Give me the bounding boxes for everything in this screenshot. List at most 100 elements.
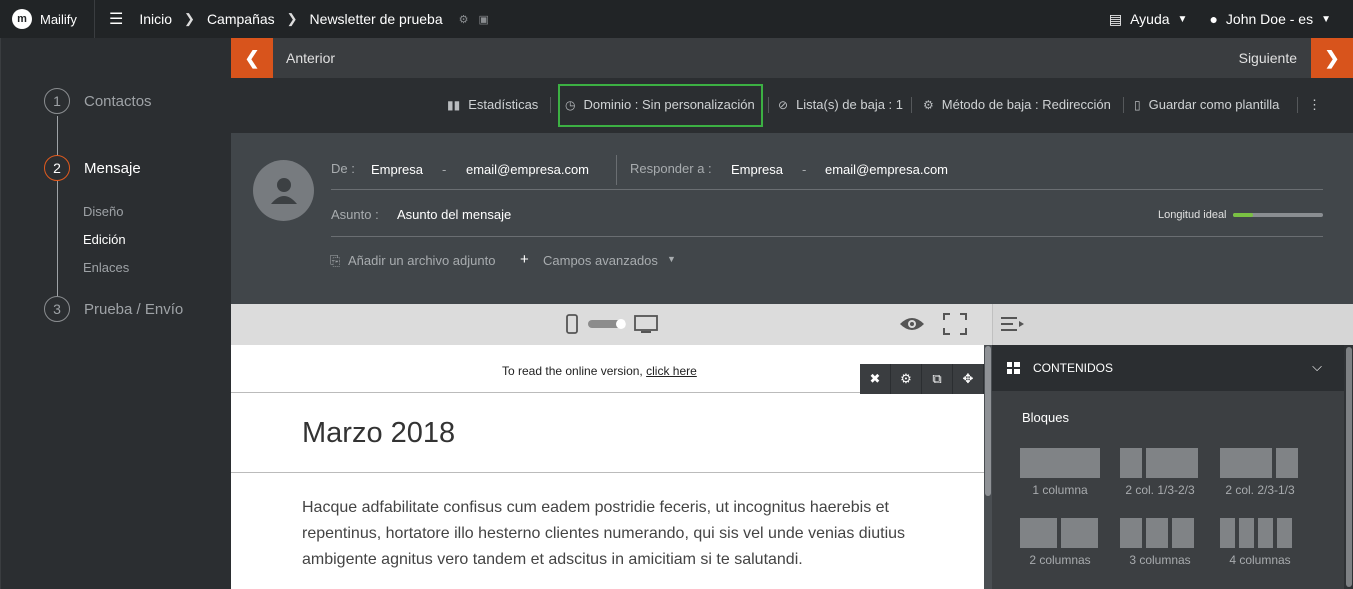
top-bar: m Mailify ☰ Inicio ❯ Campañas ❯ Newslett… [0, 0, 1353, 38]
block-1-column[interactable] [1020, 448, 1100, 478]
divider [768, 97, 769, 113]
content-panel-header[interactable]: CONTENIDOS ⌵ [992, 345, 1344, 391]
subject-input[interactable]: Asunto del mensaje [397, 207, 511, 222]
mailify-logo-icon: m [12, 9, 32, 29]
divider [1123, 97, 1124, 113]
block-actions: ✖ ⚙ ⧉ ✥ [860, 364, 984, 394]
block-label: 3 columnas [1129, 553, 1191, 567]
panel-title: CONTENIDOS [1033, 361, 1114, 375]
steps-line [57, 116, 58, 312]
help-label: Ayuda [1130, 11, 1170, 27]
ideal-length-label: Longitud ideal [1158, 209, 1227, 221]
user-icon [270, 177, 297, 204]
step-number: 3 [44, 296, 70, 322]
steps-sidebar: 1 Contactos 2 Mensaje Diseño Edición Enl… [0, 38, 231, 589]
email-body-text[interactable]: Hacque adfabilitate confisus cum eadem p… [302, 495, 922, 573]
chevron-down-icon: ▼ [1177, 13, 1188, 25]
block-1-3-2-3[interactable] [1120, 448, 1198, 478]
title-block[interactable]: Marzo 2018 [231, 393, 984, 473]
step-label: Prueba / Envío [84, 300, 184, 318]
panel-toggle-icon[interactable] [1001, 316, 1025, 332]
more-options-icon[interactable]: ⋮ [1308, 97, 1321, 113]
message-toolbar: ▮▮ Estadísticas ◷ Dominio : Sin personal… [231, 78, 1353, 133]
breadcrumb-inicio[interactable]: Inicio [139, 11, 172, 27]
substep-diseno[interactable]: Diseño [83, 204, 123, 219]
chevron-down-icon: ▼ [667, 254, 676, 264]
stats-button[interactable]: ▮▮ Estadísticas [447, 97, 538, 112]
next-button[interactable]: ❯ [1311, 38, 1353, 78]
block-2-columns[interactable] [1020, 518, 1098, 548]
eye-icon[interactable] [899, 316, 925, 332]
save-template-button[interactable]: ▯ Guardar como plantilla [1134, 97, 1279, 112]
ban-icon: ⊘ [778, 97, 789, 112]
gear-icon[interactable]: ⚙ [459, 13, 469, 26]
attach-button[interactable]: Añadir un archivo adjunto [348, 253, 495, 268]
content-panel: CONTENIDOS ⌵ Bloques 1 columna 2 col. 1/… [992, 345, 1353, 589]
user-icon: ● [1209, 11, 1218, 27]
breadcrumb-campanas[interactable]: Campañas [207, 11, 275, 27]
ideal-length-meter [1233, 213, 1323, 217]
prev-button[interactable]: ❮ [231, 38, 273, 78]
paperclip-icon: ⎘ [330, 253, 341, 268]
duplicate-icon[interactable]: ⧉ [922, 364, 953, 394]
block-3-columns[interactable] [1120, 518, 1194, 548]
stats-label: Estadísticas [468, 97, 539, 112]
move-icon[interactable]: ✥ [953, 364, 984, 394]
step-prueba[interactable]: 3 Prueba / Envío [44, 296, 183, 322]
device-toggle[interactable] [565, 313, 659, 335]
canvas-scrollbar-thumb[interactable] [985, 346, 991, 496]
gear-icon[interactable]: ⚙ [891, 364, 922, 394]
block-label: 2 col. 2/3-1/3 [1225, 483, 1295, 497]
from-email[interactable]: email@empresa.com [466, 162, 589, 177]
chevron-down-icon[interactable]: ⌵ [1312, 359, 1322, 375]
help-menu[interactable]: ▤ Ayuda ▼ [1109, 11, 1188, 28]
online-version-link[interactable]: click here [646, 364, 697, 378]
block-label: 2 col. 1/3-2/3 [1125, 483, 1195, 497]
block-label: 1 columna [1032, 483, 1088, 497]
unsubscribe-lists-button[interactable]: ⊘ Lista(s) de baja : 1 [778, 97, 903, 112]
message-header: De : Empresa - email@empresa.com Respond… [231, 133, 1353, 304]
reply-name[interactable]: Empresa [731, 162, 783, 177]
template-icon: ▯ [1134, 97, 1141, 112]
reply-email[interactable]: email@empresa.com [825, 162, 948, 177]
step-label: Mensaje [84, 159, 141, 177]
next-label[interactable]: Siguiente [1239, 50, 1297, 66]
block-label: 2 columnas [1029, 553, 1091, 567]
substep-edicion[interactable]: Edición [83, 232, 126, 247]
fullscreen-icon[interactable] [943, 313, 967, 335]
panel-scrollbar-thumb[interactable] [1346, 347, 1352, 587]
block-4-columns[interactable] [1220, 518, 1292, 548]
reply-dash: - [802, 162, 807, 177]
prev-label[interactable]: Anterior [286, 50, 335, 66]
from-label: De : [331, 161, 355, 176]
online-version-text: To read the online version, click here [502, 364, 697, 378]
menu-icon[interactable]: ☰ [109, 9, 123, 29]
from-dash: - [442, 162, 447, 177]
panel-toggle-bar [992, 304, 1353, 345]
avatar[interactable] [253, 160, 314, 221]
blocks-label: Bloques [1022, 410, 1069, 425]
app-logo[interactable]: m Mailify [0, 0, 95, 38]
domain-button[interactable]: ◷ Dominio : Sin personalización [565, 97, 755, 112]
close-icon[interactable]: ✖ [860, 364, 891, 394]
panel-scrollbar[interactable] [1344, 345, 1353, 589]
ideal-length-fill [1233, 213, 1253, 217]
chevron-down-icon: ▼ [1321, 13, 1331, 25]
step-mensaje[interactable]: 2 Mensaje [44, 155, 141, 181]
app-name: Mailify [40, 11, 77, 27]
block-2-3-1-3[interactable] [1220, 448, 1298, 478]
advanced-fields-button[interactable]: Campos avanzados [543, 253, 658, 268]
gear-icon: ⚙ [923, 97, 934, 112]
from-name[interactable]: Empresa [371, 162, 423, 177]
divider [616, 155, 617, 185]
divider [331, 236, 1323, 237]
online-version-label: To read the online version, [502, 364, 643, 378]
step-contactos[interactable]: 1 Contactos [44, 88, 152, 114]
save-icon[interactable]: ▣ [479, 13, 489, 26]
unsubscribe-method-button[interactable]: ⚙ Método de baja : Redirección [923, 97, 1111, 112]
substep-enlaces[interactable]: Enlaces [83, 260, 129, 275]
clock-icon: ◷ [565, 97, 576, 112]
chat-icon: ▤ [1108, 10, 1123, 27]
user-menu[interactable]: ● John Doe - es ▼ [1209, 11, 1331, 27]
breadcrumb-newsletter: Newsletter de prueba [309, 11, 443, 27]
